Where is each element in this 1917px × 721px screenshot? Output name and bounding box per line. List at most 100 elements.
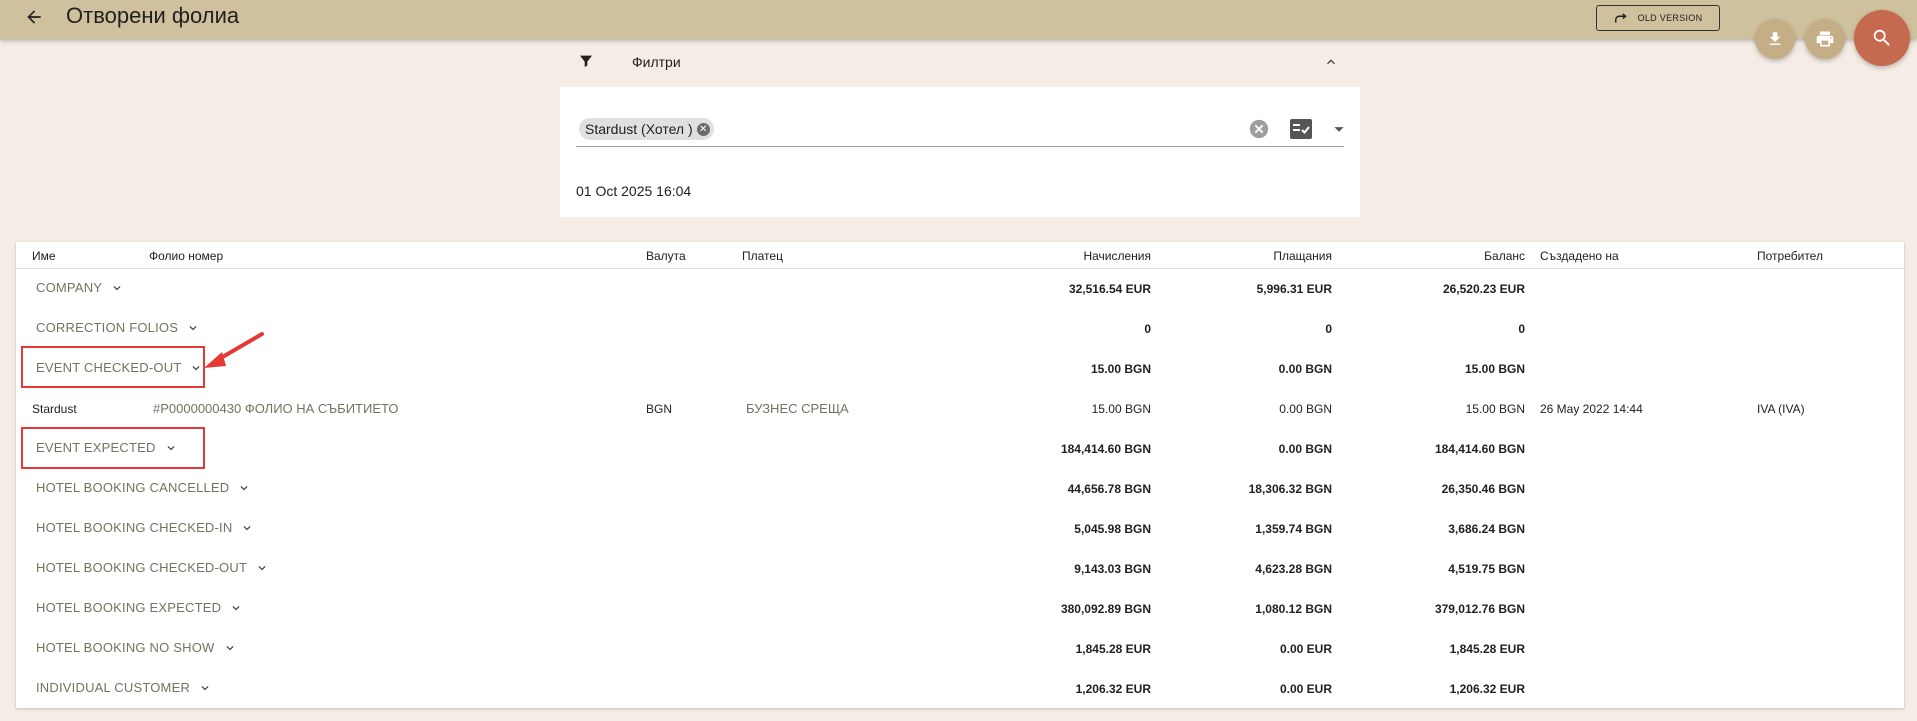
chevron-down-icon <box>226 645 234 650</box>
group-row[interactable]: CORRECTION FOLIOS 0 0 0 <box>16 309 1904 349</box>
name-cell: Stardust <box>32 402 77 416</box>
redo-icon <box>1614 13 1627 23</box>
chip-remove-icon[interactable]: ✕ <box>696 122 710 136</box>
charges-cell: 184,414.60 BGN <box>1060 442 1151 456</box>
charges-cell: 5,045.98 BGN <box>1074 522 1151 536</box>
group-row[interactable]: HOTEL BOOKING EXPECTED 380,092.89 BGN 1,… <box>16 589 1904 629</box>
group-toggle[interactable]: HOTEL BOOKING CANCELLED <box>36 480 251 495</box>
group-label: HOTEL BOOKING CHECKED-OUT <box>36 560 248 575</box>
group-row[interactable]: HOTEL BOOKING CHECKED-OUT 9,143.03 BGN 4… <box>16 549 1904 589</box>
col-payer[interactable]: Платец <box>742 249 783 263</box>
old-version-label: OLD VERSION <box>1637 13 1703 23</box>
col-balance[interactable]: Баланс <box>1396 249 1525 263</box>
charges-cell: 0 <box>1144 322 1151 336</box>
dropdown-arrow-icon[interactable] <box>1328 118 1350 140</box>
download-icon <box>1769 32 1781 45</box>
group-toggle[interactable]: CORRECTION FOLIOS <box>36 320 200 335</box>
filters-label: Филтри <box>632 54 681 70</box>
col-payments[interactable]: Плащания <box>1206 249 1332 263</box>
old-version-button[interactable]: OLD VERSION <box>1596 5 1720 31</box>
col-created[interactable]: Създадено на <box>1540 249 1619 263</box>
page-title: Отворени фолиа <box>66 3 240 28</box>
chevron-down-icon <box>243 525 251 530</box>
back-button[interactable] <box>20 3 48 31</box>
col-name[interactable]: Име <box>32 249 56 263</box>
charges-cell: 32,516.54 EUR <box>1068 282 1151 296</box>
charges-cell: 44,656.78 BGN <box>1067 482 1151 496</box>
annotation-box <box>21 346 205 388</box>
balance-cell: 3,686.24 BGN <box>1448 522 1525 536</box>
group-row[interactable]: COMPANY 32,516.54 EUR 5,996.31 EUR 26,52… <box>16 269 1904 309</box>
table-header: Име Фолио номер Валута Платец Начисления… <box>16 242 1904 269</box>
chevron-down-icon <box>189 325 197 330</box>
payer-link[interactable]: БУЗНЕС СРЕЩА <box>746 401 849 416</box>
balance-cell: 15.00 BGN <box>1465 402 1525 416</box>
payments-cell: 0.00 BGN <box>1279 402 1332 416</box>
balance-cell: 379,012.76 BGN <box>1434 602 1525 616</box>
hotel-chip-label: Stardust (Хотел ) <box>585 121 693 137</box>
folio-link[interactable]: #P0000000430 ФОЛИО НА СЪБИТИЕТО <box>153 401 398 416</box>
chevron-down-icon <box>258 565 266 570</box>
annotation-arrow-icon <box>204 332 264 368</box>
search-button[interactable] <box>1854 10 1910 66</box>
payments-cell: 0.00 BGN <box>1278 442 1332 456</box>
group-toggle[interactable]: HOTEL BOOKING CHECKED-IN <box>36 520 254 535</box>
balance-cell: 4,519.75 BGN <box>1448 562 1525 576</box>
group-toggle[interactable]: COMPANY <box>36 280 124 295</box>
user-cell: IVA (IVA) <box>1757 402 1805 416</box>
top-bar: Отворени фолиа OLD VERSION <box>0 0 1917 39</box>
group-toggle[interactable]: HOTEL BOOKING NO SHOW <box>36 640 237 655</box>
chevron-down-icon <box>240 485 248 490</box>
download-button[interactable] <box>1755 19 1795 59</box>
group-label: HOTEL BOOKING EXPECTED <box>36 600 222 615</box>
filters-header[interactable]: Филтри <box>560 46 1360 78</box>
charges-cell: 15.00 BGN <box>1090 362 1151 376</box>
balance-cell: 26,520.23 EUR <box>1442 282 1525 296</box>
col-user[interactable]: Потребител <box>1757 249 1823 263</box>
balance-cell: 15.00 BGN <box>1464 362 1525 376</box>
balance-cell: 184,414.60 BGN <box>1434 442 1525 456</box>
print-button[interactable] <box>1805 19 1845 59</box>
col-charges[interactable]: Начисления <box>1016 249 1151 263</box>
chevron-down-icon <box>113 285 121 290</box>
print-icon <box>1816 31 1834 47</box>
group-toggle[interactable]: INDIVIDUAL CUSTOMER <box>36 680 212 695</box>
checklist-icon[interactable] <box>1289 118 1313 140</box>
payments-cell: 18,306.32 BGN <box>1248 482 1332 496</box>
group-toggle[interactable]: HOTEL BOOKING CHECKED-OUT <box>36 560 269 575</box>
hotel-select-field[interactable]: Stardust (Хотел ) ✕ <box>576 115 1344 147</box>
col-currency[interactable]: Валута <box>646 249 686 263</box>
group-row[interactable]: EVENT EXPECTED 184,414.60 BGN 0.00 BGN 1… <box>16 429 1904 469</box>
payments-cell: 0.00 EUR <box>1279 682 1332 696</box>
charges-cell: 380,092.89 BGN <box>1060 602 1151 616</box>
balance-cell: 1,845.28 EUR <box>1449 642 1525 656</box>
payments-cell: 1,359.74 BGN <box>1255 522 1332 536</box>
table-row[interactable]: Stardust #P0000000430 ФОЛИО НА СЪБИТИЕТО… <box>16 389 1904 429</box>
group-label: CORRECTION FOLIOS <box>36 320 179 335</box>
charges-cell: 9,143.03 BGN <box>1074 562 1151 576</box>
charges-cell: 15.00 BGN <box>1091 402 1151 416</box>
group-row[interactable]: HOTEL BOOKING NO SHOW 1,845.28 EUR 0.00 … <box>16 629 1904 669</box>
hotel-chip[interactable]: Stardust (Хотел ) ✕ <box>579 118 714 140</box>
col-folio[interactable]: Фолио номер <box>149 249 223 263</box>
filters-panel: Stardust (Хотел ) ✕ 01 Oct 2025 16:04 <box>560 87 1360 217</box>
clear-icon[interactable] <box>1248 118 1270 140</box>
group-toggle[interactable]: HOTEL BOOKING EXPECTED <box>36 600 243 615</box>
group-label: INDIVIDUAL CUSTOMER <box>36 680 191 695</box>
balance-cell: 0 <box>1518 322 1525 336</box>
charges-cell: 1,845.28 EUR <box>1075 642 1151 656</box>
payments-cell: 0 <box>1325 322 1332 336</box>
created-cell: 26 May 2022 14:44 <box>1540 402 1643 416</box>
chevron-down-icon <box>232 605 240 610</box>
search-icon <box>1873 29 1890 46</box>
group-row[interactable]: INDIVIDUAL CUSTOMER 1,206.32 EUR 0.00 EU… <box>16 669 1904 709</box>
charges-cell: 1,206.32 EUR <box>1075 682 1151 696</box>
payments-cell: 0.00 BGN <box>1278 362 1332 376</box>
chevron-up-icon[interactable] <box>1323 54 1339 70</box>
group-row[interactable]: HOTEL BOOKING CANCELLED 44,656.78 BGN 18… <box>16 469 1904 509</box>
annotation-box <box>21 427 205 469</box>
balance-cell: 26,350.46 BGN <box>1441 482 1525 496</box>
payments-cell: 1,080.12 BGN <box>1255 602 1332 616</box>
group-row[interactable]: EVENT CHECKED-OUT 15.00 BGN 0.00 BGN 15.… <box>16 349 1904 389</box>
group-row[interactable]: HOTEL BOOKING CHECKED-IN 5,045.98 BGN 1,… <box>16 509 1904 549</box>
